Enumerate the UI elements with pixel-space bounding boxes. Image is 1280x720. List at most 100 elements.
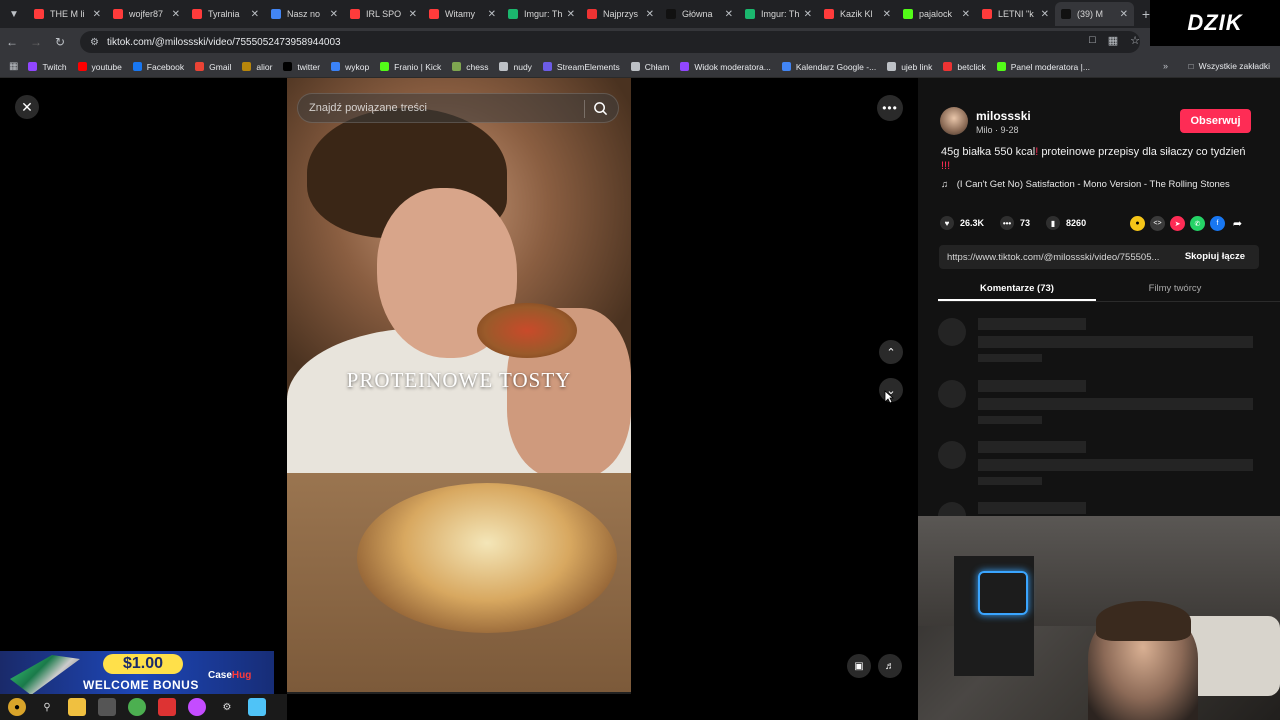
start-icon[interactable]: ● bbox=[8, 698, 26, 716]
close-icon[interactable]: ✕ bbox=[15, 95, 39, 119]
bookmark-favicon-icon bbox=[542, 62, 552, 71]
bookmark-item[interactable]: StreamElements bbox=[542, 62, 620, 72]
avatar[interactable] bbox=[940, 107, 968, 135]
floating-player-icon[interactable]: ▣ bbox=[847, 654, 871, 678]
browser-tab[interactable]: (39) M ✕ bbox=[1055, 2, 1134, 26]
tab-close-icon[interactable]: ✕ bbox=[251, 9, 259, 20]
tab-creator-videos[interactable]: Filmy twórcy bbox=[1096, 278, 1254, 301]
bookmark-item[interactable]: Chłam bbox=[630, 62, 669, 72]
tab-close-icon[interactable]: ✕ bbox=[883, 9, 891, 20]
author-name[interactable]: milossski bbox=[976, 109, 1031, 123]
bookmark-item[interactable]: betclick bbox=[943, 62, 986, 72]
tab-close-icon[interactable]: ✕ bbox=[804, 9, 812, 20]
browser-tab[interactable]: Imgur: Th ✕ bbox=[739, 2, 818, 26]
video-progress[interactable] bbox=[287, 692, 631, 694]
tab-close-icon[interactable]: ✕ bbox=[567, 9, 575, 20]
tab-close-icon[interactable]: ✕ bbox=[330, 9, 338, 20]
tab-close-icon[interactable]: ✕ bbox=[409, 9, 417, 20]
volume-icon[interactable]: ♬ bbox=[878, 654, 902, 678]
gear-icon[interactable]: ⚙ bbox=[218, 698, 236, 716]
browser-tab[interactable]: Imgur: Th ✕ bbox=[502, 2, 581, 26]
comment-skeleton-line bbox=[978, 459, 1253, 471]
search-taskbar-icon[interactable]: ⚲ bbox=[38, 698, 56, 716]
tab-close-icon[interactable]: ✕ bbox=[172, 9, 180, 20]
explorer-icon[interactable] bbox=[68, 698, 86, 716]
bookmark-item[interactable]: Facebook bbox=[132, 62, 184, 72]
follow-button[interactable]: Obserwuj bbox=[1180, 109, 1251, 133]
coin-icon[interactable]: ● bbox=[1130, 216, 1145, 231]
promo-banner[interactable]: $1.00 WELCOME BONUS CaseHug bbox=[0, 651, 274, 700]
bookmark-label: alior bbox=[256, 61, 273, 72]
browser-tab[interactable]: Kazik Kl ✕ bbox=[818, 2, 897, 26]
chevron-right-icon[interactable]: » bbox=[1163, 61, 1168, 71]
browser-tab[interactable]: Tyralnia ✕ bbox=[186, 2, 265, 26]
browser-tab[interactable]: LETNI "k ✕ bbox=[976, 2, 1055, 26]
tab-close-icon[interactable]: ✕ bbox=[725, 9, 733, 20]
star-icon[interactable]: ☆ bbox=[1130, 34, 1140, 47]
music-link[interactable]: ♫ (I Can't Get No) Satisfaction - Mono V… bbox=[941, 179, 1230, 190]
browser-tab[interactable]: IRL SPO ✕ bbox=[344, 2, 423, 26]
copy-link-button[interactable]: Skopiuj łącze bbox=[1185, 251, 1245, 262]
browser-tab[interactable]: Główna ✕ bbox=[660, 2, 739, 26]
bookmark-item[interactable]: Franio | Kick bbox=[380, 62, 441, 72]
tab-close-icon[interactable]: ✕ bbox=[962, 9, 970, 20]
share-arrow-icon[interactable]: ➦ bbox=[1230, 216, 1245, 231]
back-icon[interactable]: ← bbox=[0, 35, 24, 49]
browser-tab[interactable]: Witamy ✕ bbox=[423, 2, 502, 26]
engagement-stats: ♥ 26.3K ••• 73 ▮ 8260 bbox=[940, 216, 1102, 230]
bookmark-item[interactable]: Widok moderatora... bbox=[680, 62, 771, 72]
bookmark-item[interactable]: Twitch bbox=[28, 62, 67, 72]
bookmark-item[interactable]: youtube bbox=[77, 62, 122, 72]
bookmark-item[interactable]: wykop bbox=[331, 62, 369, 72]
app-icon[interactable] bbox=[98, 698, 116, 716]
bookmark-item[interactable]: nudy bbox=[499, 62, 532, 72]
bookmark-item[interactable]: chess bbox=[452, 62, 488, 72]
app-teal-icon[interactable] bbox=[248, 698, 266, 716]
browser-tab[interactable]: wojfer87 ✕ bbox=[107, 2, 186, 26]
bookmark-item[interactable]: Panel moderatora |... bbox=[996, 62, 1090, 72]
save-button[interactable]: ▮ 8260 bbox=[1046, 216, 1086, 230]
address-bar[interactable]: ⚙ tiktok.com/@milossski/video/7555052473… bbox=[80, 31, 1140, 53]
tab-comments[interactable]: Komentarze (73) bbox=[938, 278, 1096, 301]
tab-search-icon[interactable]: ▼ bbox=[0, 0, 28, 28]
apps-icon[interactable]: ▦ bbox=[9, 61, 18, 72]
comment-button[interactable]: ••• 73 bbox=[1000, 216, 1030, 230]
all-bookmarks[interactable]: □ Wszystkie zakładki bbox=[1189, 61, 1270, 71]
browser-tab[interactable]: Nasz no ✕ bbox=[265, 2, 344, 26]
browser-tab[interactable]: pajalock ✕ bbox=[897, 2, 976, 26]
facebook-icon[interactable]: f bbox=[1210, 216, 1225, 231]
embed-icon[interactable]: <> bbox=[1150, 216, 1165, 231]
tab-close-icon[interactable]: ✕ bbox=[1041, 9, 1049, 20]
tab-close-icon[interactable]: ✕ bbox=[488, 9, 496, 20]
previous-video-icon[interactable]: ⌃ bbox=[879, 340, 903, 364]
site-info-icon[interactable]: ⚙ bbox=[90, 37, 99, 48]
browser-tab[interactable]: THE M li ✕ bbox=[28, 2, 107, 26]
chrome-icon[interactable] bbox=[128, 698, 146, 716]
bookmark-item[interactable]: twitter bbox=[283, 62, 320, 72]
tab-close-icon[interactable]: ✕ bbox=[93, 9, 101, 20]
comment-skeleton-line bbox=[978, 502, 1086, 514]
whatsapp-icon[interactable]: ✆ bbox=[1190, 216, 1205, 231]
video-player[interactable]: Znajdź powiązane treści PROTEINOWE TOSTY bbox=[287, 78, 631, 692]
browser-tab[interactable]: Najprzys ✕ bbox=[581, 2, 660, 26]
tab-close-icon[interactable]: ✕ bbox=[1120, 9, 1128, 20]
like-button[interactable]: ♥ 26.3K bbox=[940, 216, 984, 230]
more-options-icon[interactable]: ••• bbox=[877, 95, 903, 121]
translate-icon[interactable]: ▦ bbox=[1108, 34, 1118, 47]
bookmark-item[interactable]: Gmail bbox=[195, 62, 231, 72]
bookmark-item[interactable]: ujeb link bbox=[887, 62, 932, 72]
forward-icon[interactable]: → bbox=[24, 35, 48, 49]
video-link[interactable]: https://www.tiktok.com/@milossski/video/… bbox=[939, 245, 1259, 269]
search-icon[interactable] bbox=[593, 101, 608, 116]
bookmark-favicon-icon bbox=[132, 62, 142, 71]
install-icon[interactable]: □ bbox=[1089, 34, 1096, 47]
reload-icon[interactable]: ↻ bbox=[48, 35, 72, 49]
app-red-icon[interactable] bbox=[158, 698, 176, 716]
tab-close-icon[interactable]: ✕ bbox=[646, 9, 654, 20]
bookmark-item[interactable]: alior bbox=[242, 62, 272, 72]
comment-skeleton-avatar bbox=[938, 318, 966, 346]
app-pink-icon[interactable] bbox=[188, 698, 206, 716]
send-icon[interactable]: ➤ bbox=[1170, 216, 1185, 231]
related-search-input[interactable]: Znajdź powiązane treści bbox=[297, 93, 619, 123]
bookmark-item[interactable]: Kalendarz Google -... bbox=[781, 62, 876, 72]
